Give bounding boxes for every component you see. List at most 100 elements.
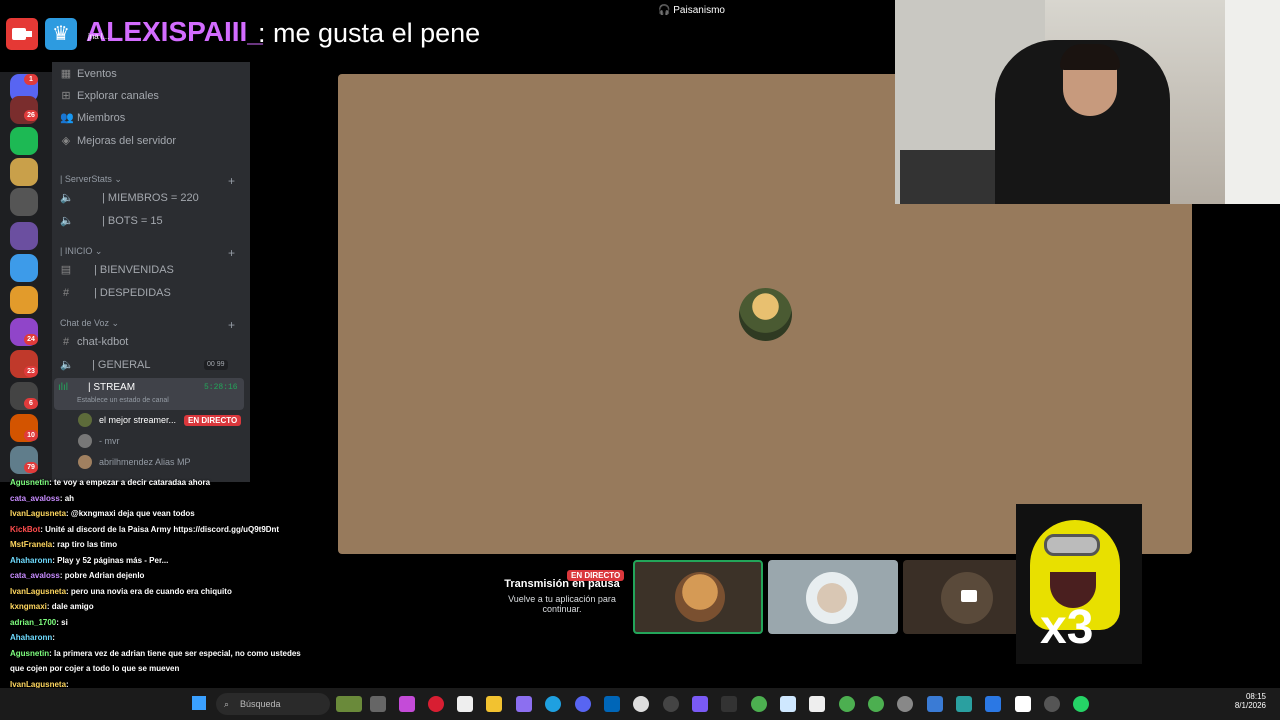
chrome-icon[interactable]: [839, 696, 855, 712]
app-icon[interactable]: [809, 696, 825, 712]
voice-active-icon: ılıl: [58, 382, 68, 393]
chrome-icon[interactable]: [868, 696, 884, 712]
channel-chat-kdbot[interactable]: # chat-kdbot: [52, 332, 250, 352]
gear-icon[interactable]: [897, 696, 913, 712]
store-icon[interactable]: [457, 696, 473, 712]
channel-general[interactable]: 🔈 | GENERAL 00 99: [52, 355, 250, 375]
category-serverstats[interactable]: | ServerStats ⌄ +: [60, 174, 235, 188]
server-badge: 1: [24, 74, 38, 85]
channel-label: Mejoras del servidor: [77, 135, 177, 147]
task-view-icon[interactable]: [370, 696, 386, 712]
plus-icon[interactable]: +: [228, 174, 235, 188]
folder-icon[interactable]: [486, 696, 502, 712]
chat-text: : dale amigo: [46, 602, 94, 611]
channel-label: Miembros: [77, 112, 126, 124]
server-icon[interactable]: [10, 188, 38, 216]
voice-member[interactable]: - mvr: [78, 433, 248, 451]
plus-icon[interactable]: +: [228, 246, 235, 260]
capcut-icon[interactable]: [1015, 696, 1031, 712]
voice-member[interactable]: el mejor streamer... EN DIRECTO: [78, 412, 248, 430]
chat-line: Ahaharonn: Play y 52 páginas más - Per..…: [10, 556, 168, 565]
server-icon[interactable]: [10, 158, 38, 186]
chat-username: cata_avaloss: [10, 493, 60, 503]
channel-despedidas[interactable]: # | DESPEDIDAS: [52, 283, 250, 303]
discord-icon[interactable]: [575, 696, 591, 712]
pen-icon[interactable]: [516, 696, 532, 712]
chat-username: IvanLagusneta: [10, 509, 67, 518]
live-badge: EN DIRECTO: [184, 415, 242, 426]
chat-username: MstFranela: [10, 540, 53, 549]
plus-icon[interactable]: +: [228, 318, 235, 332]
terminal-icon[interactable]: [721, 696, 737, 712]
taskbar-search[interactable]: ⌕ Búsqueda: [216, 693, 330, 715]
windows-start-icon[interactable]: [192, 696, 206, 710]
media-player-icon[interactable]: [1044, 696, 1060, 712]
taskbar-clock[interactable]: 08:15 8/1/2026: [1232, 692, 1266, 710]
category-label: | ServerStats: [60, 174, 112, 184]
streamer-hair: [1060, 44, 1120, 70]
chat-username: Ahaharonn: [10, 555, 53, 565]
app-icon[interactable]: [927, 696, 943, 712]
app-icon[interactable]: [633, 696, 649, 712]
chrome-icon[interactable]: [751, 696, 767, 712]
channel-label: Eventos: [77, 68, 117, 80]
vscode-icon[interactable]: [604, 696, 620, 712]
channel-explore[interactable]: ⊞ Explorar canales: [52, 86, 250, 106]
category-inicio[interactable]: | INICIO ⌄ +: [60, 246, 235, 260]
clock-date: 8/1/2026: [1234, 701, 1266, 710]
chat-overlay: Agusnetin: te voy a empezar a decir cata…: [0, 476, 340, 720]
chat-text: : ah: [59, 493, 75, 503]
notepad-icon[interactable]: [780, 696, 796, 712]
chat-text: : Unité al discord de la Paisa Army http…: [40, 524, 280, 534]
channel-status[interactable]: Establece un estado de canal: [77, 397, 169, 404]
category-label: | INICIO: [60, 246, 93, 256]
channel-miembros[interactable]: 🔈 | MIEMBROS = 220: [52, 188, 250, 208]
channel-events[interactable]: ▦ Eventos: [52, 64, 250, 84]
chat-line: MstFranela: rap tiro las timo: [10, 540, 117, 549]
hash-icon: #: [62, 287, 70, 299]
channel-bots[interactable]: 🔈 | BOTS = 15: [52, 211, 250, 231]
app-icon[interactable]: [956, 696, 972, 712]
boost-icon: ◈: [61, 135, 71, 147]
opera-icon[interactable]: [428, 696, 444, 712]
chat-username: adrian_1700: [10, 617, 57, 627]
server-icon[interactable]: [10, 222, 38, 250]
copilot-icon[interactable]: [399, 696, 415, 712]
grid-icon: ⊞: [61, 90, 71, 102]
participant-tile[interactable]: [903, 560, 1033, 634]
meme-text: x3: [1040, 601, 1094, 654]
chat-line: kxngmaxi: dale amigo: [10, 602, 94, 611]
server-badge: 26: [24, 110, 38, 121]
server-icon[interactable]: [10, 254, 38, 282]
obs-icon[interactable]: [663, 696, 679, 712]
text-channel-icon: ▤: [60, 264, 72, 276]
edge-icon[interactable]: [545, 696, 561, 712]
app-icon[interactable]: [692, 696, 708, 712]
participant-tile[interactable]: [768, 560, 898, 634]
chat-text: : rap tiro las timo: [52, 540, 118, 549]
participant-tile[interactable]: [633, 560, 763, 634]
whatsapp-icon[interactable]: [1073, 696, 1089, 712]
server-icon[interactable]: [10, 127, 38, 155]
server-icon[interactable]: [10, 286, 38, 314]
channel-stream[interactable]: ılıl | STREAM 5:28:16 Establece un estad…: [54, 378, 244, 410]
channel-bienvenidas[interactable]: ▤ | BIENVENIDAS: [52, 260, 250, 280]
window-title-text: Paisanismo: [673, 5, 725, 16]
channel-members[interactable]: 👥 Miembros: [52, 108, 250, 128]
search-placeholder: Búsqueda: [240, 699, 281, 709]
category-chat-de-voz[interactable]: Chat de Voz ⌄ +: [60, 318, 235, 332]
server-badge: 24: [24, 334, 38, 345]
weather-icon[interactable]: [336, 696, 362, 712]
avatar: [78, 455, 92, 469]
speaker-icon: 🔈: [60, 359, 74, 371]
chat-username: Ahaharonn: [10, 633, 53, 642]
channel-label: | DESPEDIDAS: [94, 287, 171, 299]
channel-boosts[interactable]: ◈ Mejoras del servidor: [52, 131, 250, 151]
paused-subtitle: Vuelve a tu aplicación para continuar.: [508, 594, 616, 614]
voice-member[interactable]: abrilhmendez Alias MP: [78, 454, 248, 472]
chat-username: KickBot: [10, 524, 41, 534]
headphones-icon: 🎧: [658, 5, 674, 16]
member-name: - mvr: [99, 436, 120, 446]
photos-icon[interactable]: [985, 696, 1001, 712]
overlay-small-text: jna l...: [88, 32, 110, 41]
